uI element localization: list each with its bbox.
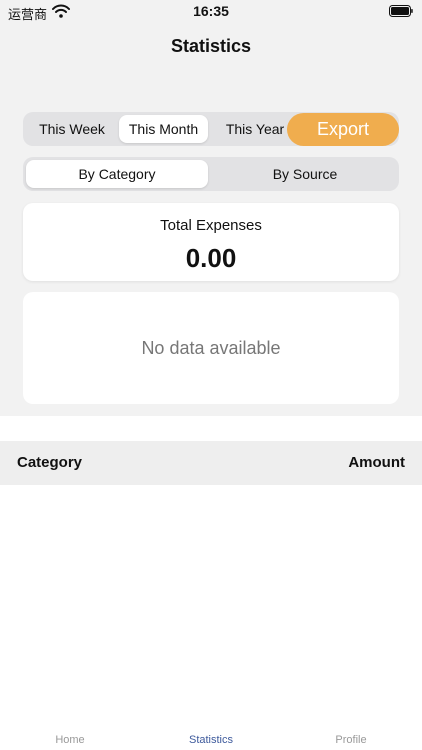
chart-card: No data available [23,292,399,404]
total-expenses-label: Total Expenses [160,217,262,234]
tab-by-source[interactable]: By Source [214,160,396,188]
tab-this-week[interactable]: This Week [26,115,118,143]
tab-bar-home[interactable]: Home [0,734,140,746]
page-title: Statistics [170,36,252,56]
table-header: Category Amount [0,441,422,485]
tab-bar-statistics[interactable]: Statistics [141,734,281,746]
view-segmented-control: By Category By Source [23,157,399,191]
tab-by-category[interactable]: By Category [26,160,208,188]
export-button[interactable]: Export [287,113,399,146]
status-bar: 运营商 16:35 [0,0,422,24]
category-column-header: Category [17,454,83,471]
tab-bar-profile[interactable]: Profile [281,734,421,746]
battery-icon [389,5,413,17]
total-expenses-card: Total Expenses 0.00 [23,203,399,281]
tab-bar: Home Statistics Profile [0,700,422,750]
status-time: 16:35 [193,3,229,19]
no-data-message: No data available [141,338,281,358]
total-expenses-value: 0.00 [185,243,237,273]
amount-column-header: Amount [348,454,405,471]
tab-this-month[interactable]: This Month [119,115,208,143]
